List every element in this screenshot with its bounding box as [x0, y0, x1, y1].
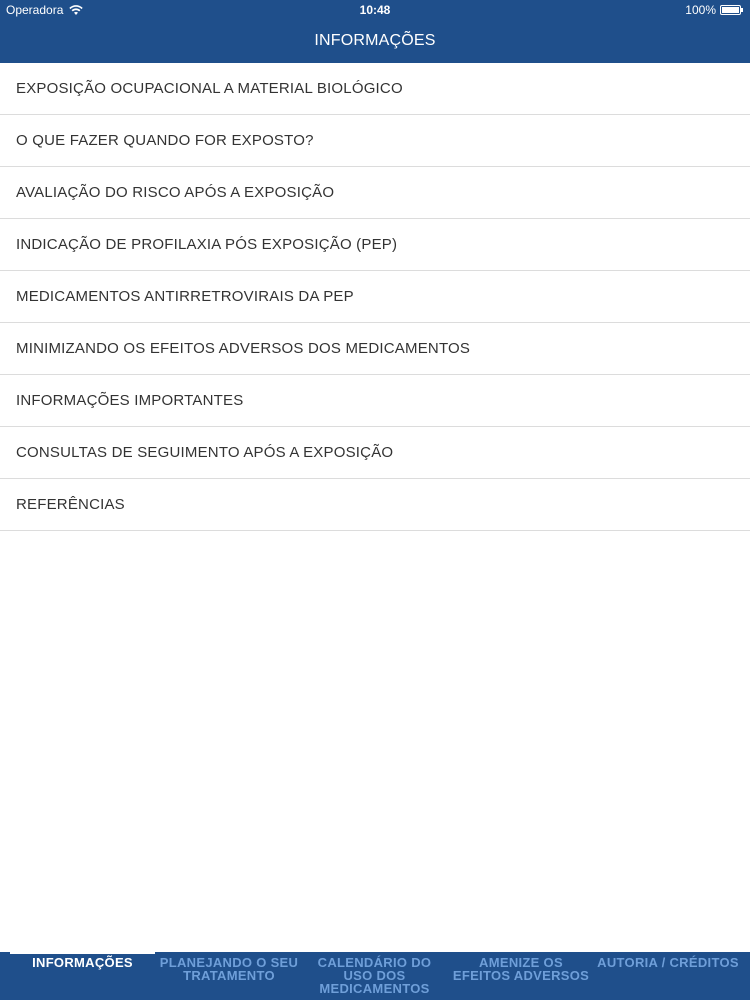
menu-item-medicamentos-antirretrovirais[interactable]: MEDICAMENTOS ANTIRRETROVIRAIS DA PEP — [0, 271, 750, 323]
screen: Operadora 10:48 100% INFORMAÇÕES EXPOSIÇ… — [0, 0, 750, 1000]
menu-item-indicacao-pep[interactable]: INDICAÇÃO DE PROFILAXIA PÓS EXPOSIÇÃO (P… — [0, 219, 750, 271]
info-menu-list: EXPOSIÇÃO OCUPACIONAL A MATERIAL BIOLÓGI… — [0, 63, 750, 531]
menu-item-referencias[interactable]: REFERÊNCIAS — [0, 479, 750, 531]
battery-icon — [720, 5, 744, 15]
active-tab-indicator — [10, 952, 155, 954]
page-title: INFORMAÇÕES — [314, 32, 436, 49]
status-battery-group: 100% — [685, 3, 744, 17]
battery-percentage: 100% — [685, 3, 716, 17]
tab-planejando-tratamento[interactable]: PLANEJANDO O SEU TRATAMENTO — [155, 956, 303, 982]
menu-item-consultas-seguimento[interactable]: CONSULTAS DE SEGUIMENTO APÓS A EXPOSIÇÃO — [0, 427, 750, 479]
menu-item-informacoes-importantes[interactable]: INFORMAÇÕES IMPORTANTES — [0, 375, 750, 427]
tab-label-line: EFEITOS ADVERSOS — [452, 968, 590, 983]
tab-informacoes[interactable]: INFORMAÇÕES — [10, 956, 155, 969]
tab-label-line: AUTORIA / CRÉDITOS — [597, 955, 739, 970]
tab-autoria-creditos[interactable]: AUTORIA / CRÉDITOS — [593, 956, 743, 969]
tab-calendario-medicamentos[interactable]: CALENDÁRIO DO USO DOS MEDICAMENTOS — [303, 956, 446, 995]
menu-item-avaliacao-risco[interactable]: AVALIAÇÃO DO RISCO APÓS A EXPOSIÇÃO — [0, 167, 750, 219]
tab-label-line: MEDICAMENTOS — [319, 981, 430, 996]
menu-item-minimizando-efeitos[interactable]: MINIMIZANDO OS EFEITOS ADVERSOS DOS MEDI… — [0, 323, 750, 375]
menu-item-o-que-fazer[interactable]: O QUE FAZER QUANDO FOR EXPOSTO? — [0, 115, 750, 167]
tab-label-line: TRATAMENTO — [183, 968, 275, 983]
menu-item-exposicao-ocupacional[interactable]: EXPOSIÇÃO OCUPACIONAL A MATERIAL BIOLÓGI… — [0, 63, 750, 115]
status-time: 10:48 — [359, 3, 391, 17]
status-bar: Operadora 10:48 100% — [0, 0, 750, 20]
navigation-header: Operadora 10:48 100% INFORMAÇÕES — [0, 0, 750, 63]
tab-label-line: INFORMAÇÕES — [32, 955, 133, 970]
tab-amenize-efeitos[interactable]: AMENIZE OS EFEITOS ADVERSOS — [446, 956, 596, 982]
tab-bar: INFORMAÇÕES PLANEJANDO O SEU TRATAMENTO … — [0, 952, 750, 1000]
